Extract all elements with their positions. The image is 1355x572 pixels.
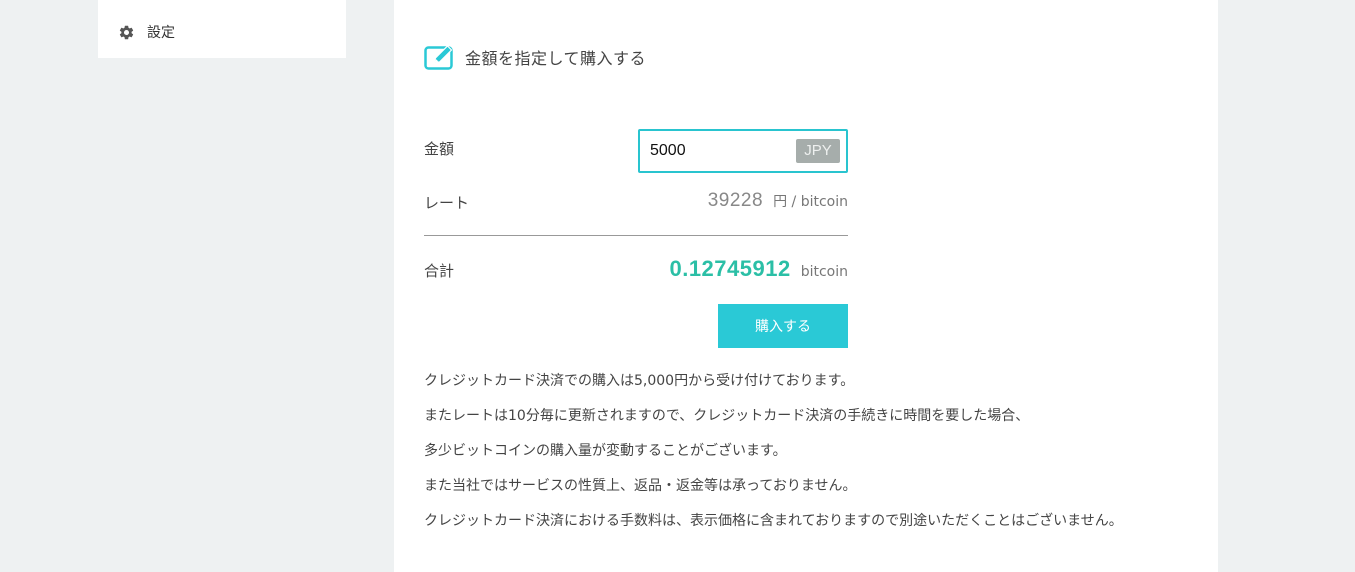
- notes-list: クレジットカード決済での購入は5,000円から受け付けております。 またレートは…: [424, 370, 1123, 545]
- note-item: 多少ビットコインの購入量が変動することがございます。: [424, 443, 787, 459]
- total-value: 0.12745912: [669, 256, 791, 281]
- amount-field[interactable]: JPY: [638, 129, 848, 173]
- sidebar-item-label: 設定: [147, 25, 175, 41]
- purchase-panel: 金額を指定して購入する 金額 JPY レート 39228 円 / bitcoin…: [394, 0, 1218, 572]
- gear-icon: [119, 25, 134, 39]
- amount-label: 金額: [424, 140, 455, 158]
- amount-input[interactable]: [650, 140, 790, 162]
- section-header: 金額を指定して購入する: [424, 44, 646, 70]
- page-title: 金額を指定して購入する: [465, 49, 647, 68]
- note-item: クレジットカード決済での購入は5,000円から受け付けております。: [424, 373, 855, 389]
- rate-unit: 円 / bitcoin: [773, 194, 848, 210]
- rate-label: レート: [424, 194, 470, 212]
- currency-badge: JPY: [796, 139, 840, 163]
- sidebar: 設定: [98, 0, 346, 58]
- total-display: 0.12745912 bitcoin: [669, 256, 848, 282]
- sidebar-item-settings[interactable]: 設定: [118, 22, 175, 42]
- total-label: 合計: [424, 262, 455, 280]
- edit-icon: [424, 45, 453, 70]
- rate-display: 39228 円 / bitcoin: [708, 190, 848, 212]
- note-item: またレートは10分毎に更新されますので、クレジットカード決済の手続きに時間を要し…: [424, 408, 1030, 424]
- divider: [424, 235, 848, 236]
- buy-button[interactable]: 購入する: [718, 304, 848, 348]
- note-item: クレジットカード決済における手数料は、表示価格に含まれておりますので別途いただく…: [424, 513, 1123, 529]
- rate-value: 39228: [707, 190, 764, 211]
- total-unit: bitcoin: [800, 264, 848, 280]
- note-item: また当社ではサービスの性質上、返品・返金等は承っておりません。: [424, 478, 857, 494]
